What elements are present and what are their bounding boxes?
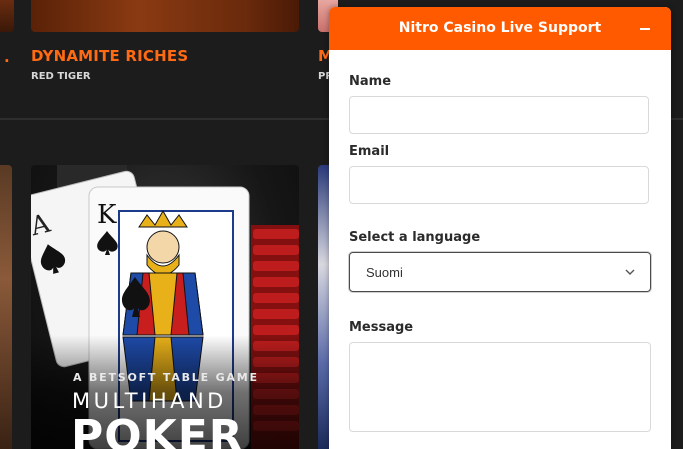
poker-title-line2: POKER <box>71 411 244 449</box>
live-support-chat-widget: Nitro Casino Live Support Name Email Sel… <box>329 7 671 449</box>
language-select[interactable]: Suomi <box>349 252 651 292</box>
chat-header: Nitro Casino Live Support <box>329 7 671 50</box>
poker-subtitle: A BETSOFT TABLE GAME <box>73 371 259 384</box>
poker-title-line1: MULTIHAND <box>72 389 227 413</box>
game-thumb-left-partial-2[interactable] <box>0 165 12 449</box>
email-field[interactable] <box>349 166 649 204</box>
game-provider-dynamite-riches: RED TIGER <box>31 71 91 82</box>
chevron-down-icon <box>625 269 635 275</box>
svg-text:K: K <box>97 200 117 230</box>
message-label: Message <box>349 320 414 335</box>
language-label: Select a language <box>349 230 481 245</box>
game-title-dynamite-riches[interactable]: DYNAMITE RICHES <box>31 47 188 65</box>
minimize-icon <box>640 28 650 30</box>
name-field[interactable] <box>349 96 649 134</box>
language-selected-value: Suomi <box>366 265 403 280</box>
game-thumb-dynamite-riches[interactable] <box>31 0 299 32</box>
game-thumb-left-partial[interactable] <box>0 0 14 32</box>
game-thumb-multihand-poker[interactable]: A K A BETSOFT TABLE GAME MULTIHAND POKER <box>31 165 299 449</box>
minimize-button[interactable] <box>633 17 657 41</box>
game-title-left-partial: . <box>4 48 10 66</box>
name-label: Name <box>349 74 392 89</box>
message-field[interactable] <box>349 342 651 432</box>
email-label: Email <box>349 144 390 159</box>
chat-title: Nitro Casino Live Support <box>398 20 602 36</box>
